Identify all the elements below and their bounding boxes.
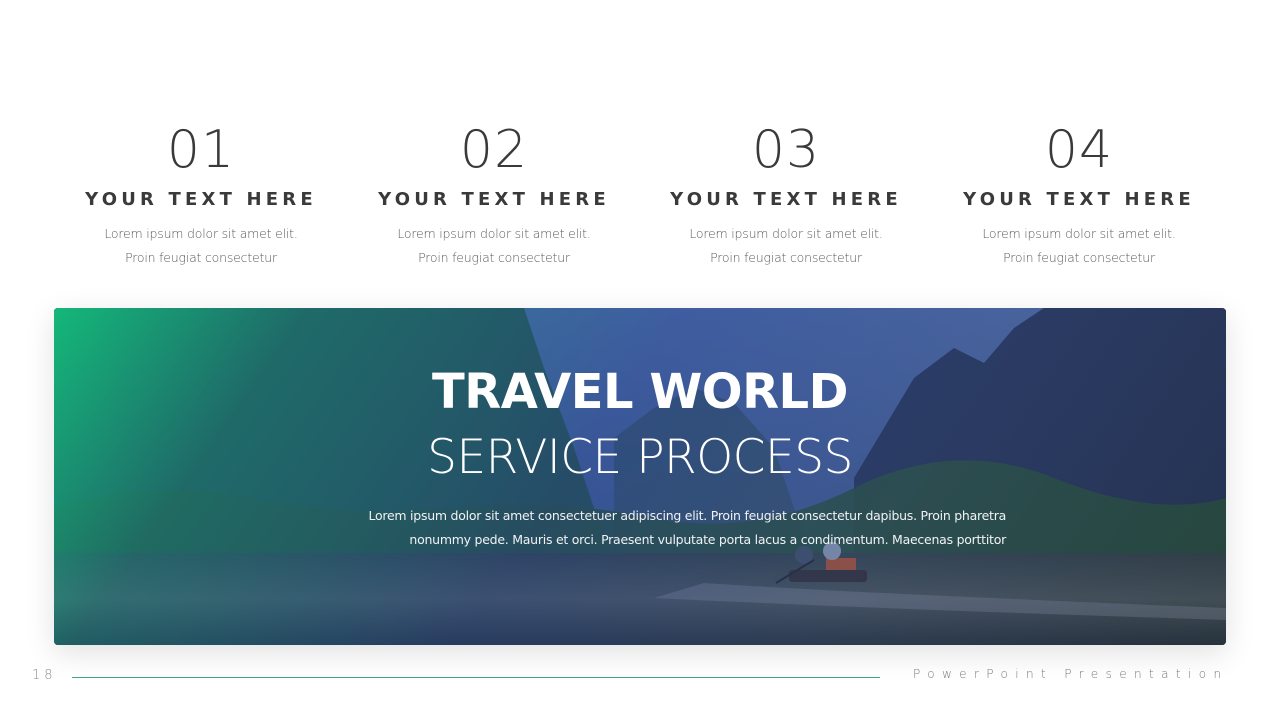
hero-banner: TRAVEL WORLD SERVICE PROCESS Lorem ipsum… (54, 308, 1226, 645)
page-number: 18 (32, 668, 57, 683)
banner-description: Lorem ipsum dolor sit amet consectetuer … (294, 504, 1006, 552)
step-desc-line: Lorem ipsum dolor sit amet elit. (982, 226, 1176, 241)
banner-desc-line: nonummy pede. Mauris et orci. Praesent v… (409, 532, 1006, 547)
step-4: 04 YOUR TEXT HERE Lorem ipsum dolor sit … (949, 118, 1209, 270)
step-desc-line: Lorem ipsum dolor sit amet elit. (104, 226, 298, 241)
step-number: 02 (459, 120, 529, 180)
step-title: YOUR TEXT HERE (85, 189, 317, 210)
banner-desc-line: Lorem ipsum dolor sit amet consectetuer … (368, 508, 1006, 523)
banner-subtitle: SERVICE PROCESS (427, 430, 853, 485)
step-title: YOUR TEXT HERE (670, 189, 902, 210)
step-2: 02 YOUR TEXT HERE Lorem ipsum dolor sit … (364, 118, 624, 270)
footer-divider (72, 677, 880, 678)
process-steps: 01 YOUR TEXT HERE Lorem ipsum dolor sit … (0, 118, 1280, 288)
step-description: Lorem ipsum dolor sit amet elit. Proin f… (71, 222, 331, 270)
step-title: YOUR TEXT HERE (378, 189, 610, 210)
step-title: YOUR TEXT HERE (963, 189, 1195, 210)
step-number: 03 (751, 120, 821, 180)
footer-title: PowerPoint Presentation (913, 667, 1229, 681)
step-desc-line: Lorem ipsum dolor sit amet elit. (689, 226, 883, 241)
step-desc-line: Proin feugiat consectetur (1003, 250, 1155, 265)
step-desc-line: Proin feugiat consectetur (418, 250, 570, 265)
step-description: Lorem ipsum dolor sit amet elit. Proin f… (364, 222, 624, 270)
step-number: 04 (1044, 120, 1114, 180)
step-desc-line: Lorem ipsum dolor sit amet elit. (397, 226, 591, 241)
step-3: 03 YOUR TEXT HERE Lorem ipsum dolor sit … (656, 118, 916, 270)
banner-title: TRAVEL WORLD (432, 364, 848, 420)
banner-text: TRAVEL WORLD SERVICE PROCESS Lorem ipsum… (54, 308, 1226, 645)
step-description: Lorem ipsum dolor sit amet elit. Proin f… (656, 222, 916, 270)
step-number: 01 (166, 120, 236, 180)
step-description: Lorem ipsum dolor sit amet elit. Proin f… (949, 222, 1209, 270)
step-1: 01 YOUR TEXT HERE Lorem ipsum dolor sit … (71, 118, 331, 270)
step-desc-line: Proin feugiat consectetur (125, 250, 277, 265)
step-desc-line: Proin feugiat consectetur (710, 250, 862, 265)
